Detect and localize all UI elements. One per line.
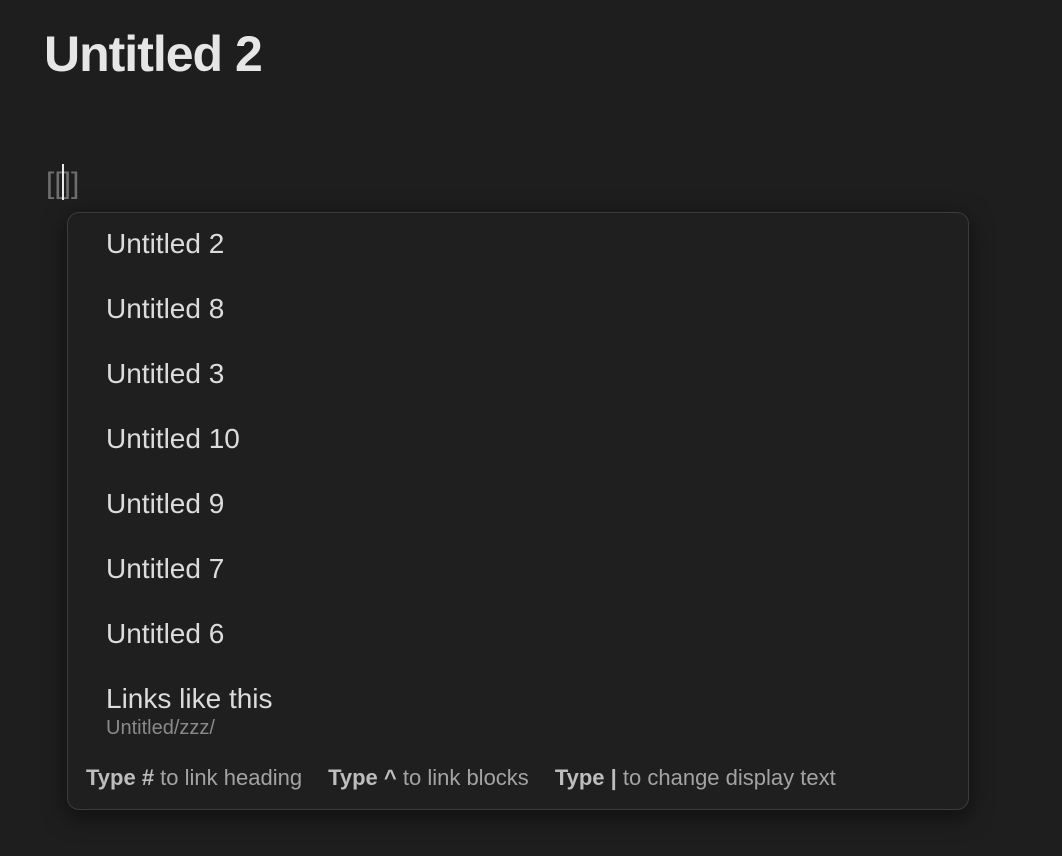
editor-line[interactable]: [[ ]]: [46, 164, 79, 204]
link-suggestion-popup: Untitled 2 Untitled 8 Untitled 3 Untitle…: [67, 212, 969, 810]
suggestion-item[interactable]: Untitled 7: [68, 538, 968, 603]
open-brackets: [[: [46, 167, 63, 200]
suggestion-item[interactable]: Untitled 8: [68, 278, 968, 343]
suggestion-title: Untitled 2: [106, 228, 225, 259]
suggestion-title: Untitled 6: [106, 618, 225, 649]
suggestion-item[interactable]: Untitled 10: [68, 408, 968, 473]
suggestion-footer: Type # to link heading Type ^ to link bl…: [68, 746, 968, 809]
suggestion-item[interactable]: Untitled 6: [68, 603, 968, 668]
suggestion-path: Untitled/zzz/: [106, 717, 215, 739]
suggestion-item[interactable]: Untitled 3: [68, 343, 968, 408]
suggestion-list: Untitled 2 Untitled 8 Untitled 3 Untitle…: [68, 213, 968, 746]
suggestion-title: Untitled 9: [106, 488, 225, 519]
note-title[interactable]: Untitled 2: [44, 24, 263, 84]
suggestion-item[interactable]: Untitled 2: [68, 213, 968, 278]
suggestion-title: Untitled 10: [106, 423, 240, 454]
suggestion-title: Links like this: [106, 683, 273, 714]
suggestion-title: Untitled 3: [106, 358, 225, 389]
suggestion-item[interactable]: Links like this Untitled/zzz/: [68, 668, 968, 743]
close-brackets: ]]: [62, 167, 80, 200]
text-caret: [61, 164, 64, 200]
suggestion-title: Untitled 8: [106, 293, 225, 324]
hint-change-display-text: Type | to change display text: [554, 764, 836, 790]
hint-link-heading: Type # to link heading: [86, 764, 303, 790]
editor-page: Untitled 2 [[ ]] Untitled 2 Untitled 8 U…: [0, 0, 1062, 856]
suggestion-item[interactable]: Untitled 9: [68, 473, 968, 538]
suggestion-title: Untitled 7: [106, 553, 225, 584]
hint-link-blocks: Type ^ to link blocks: [328, 764, 529, 790]
